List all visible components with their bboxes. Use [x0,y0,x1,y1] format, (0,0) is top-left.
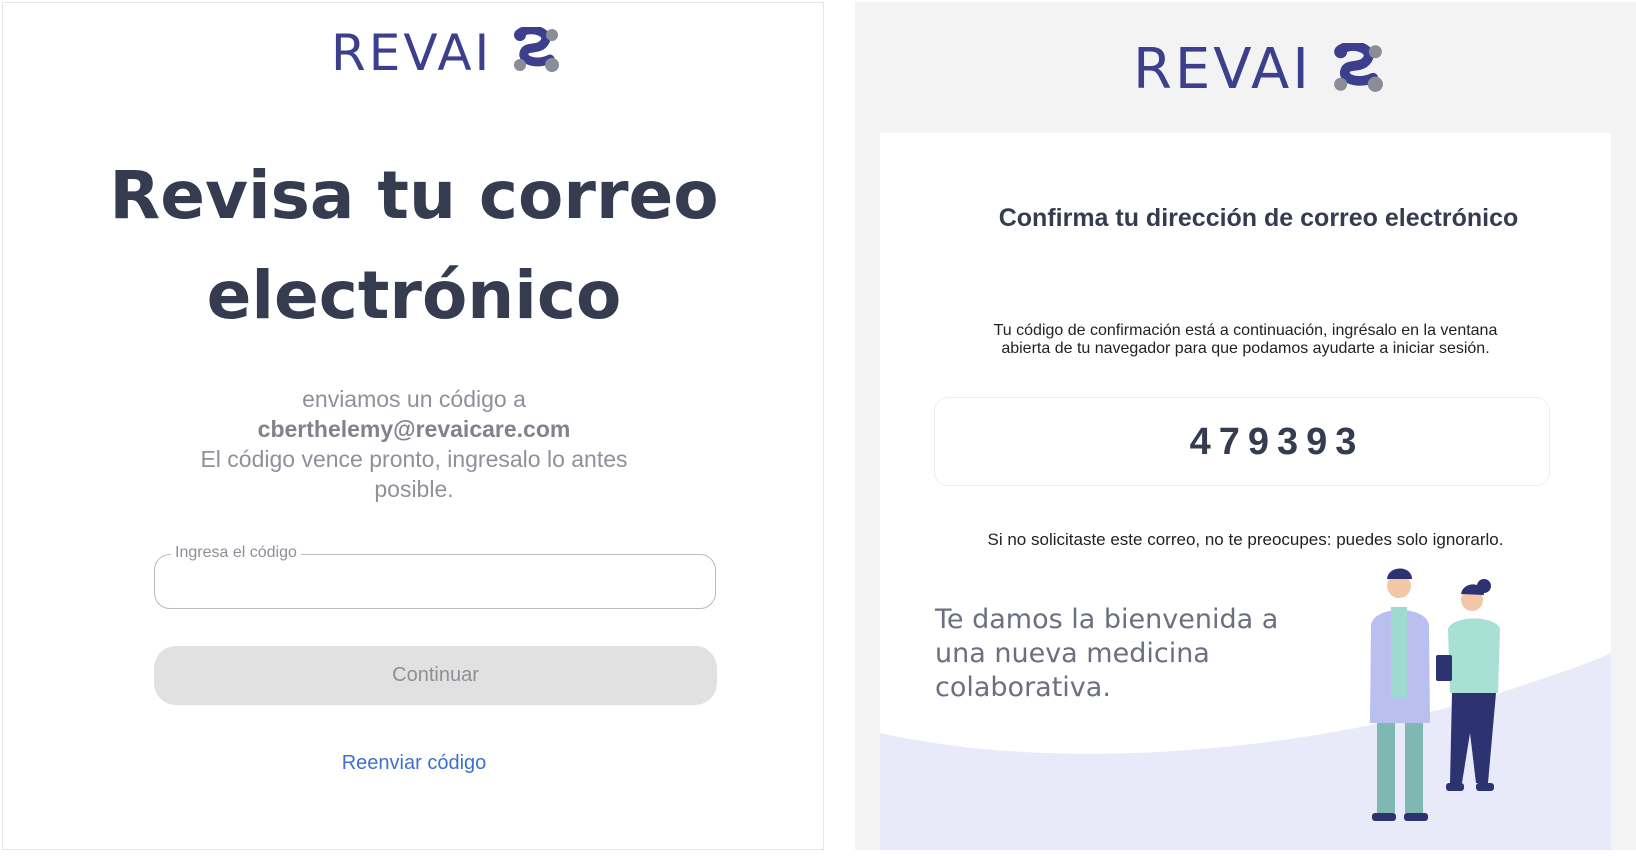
revai-logo-icon [1332,40,1384,98]
brand-name: REVAI [1133,37,1312,102]
confirmation-code: 479393 [1189,421,1365,463]
welcome-line-3: colaborativa. [935,672,1111,703]
page-title-line-1: Revisa tu correo [109,157,719,234]
revai-logo: REVAI [331,23,560,82]
code-input[interactable] [155,555,715,608]
expiry-text-line-2: posible. [374,476,454,502]
welcome-line-2: una nueva medicina [935,638,1210,669]
welcome-line-1: Te damos la bienvenida a [935,604,1279,635]
brand-name: REVAI [331,23,493,82]
continue-button[interactable]: Continuar [154,646,717,705]
page-title-line-2: electrónico [206,257,622,334]
revai-logo-icon [512,25,560,78]
welcome-illustration [880,568,1611,850]
email-title: Confirma tu dirección de correo electrón… [998,204,1519,232]
email-card: Confirma tu dirección de correo electrón… [880,133,1611,850]
email-body-line-2: abierta de tu navegador para que podamos… [1001,340,1490,357]
confirmation-email: REVAI Confirma tu dirección de correo el… [855,2,1636,850]
confirmation-code-box: 479393 [934,397,1550,486]
verify-email-page: REVAI Revisa tu correo electrónico envia… [2,2,824,850]
expiry-text-line-1: El código vence pronto, ingresalo lo ant… [200,446,628,472]
sent-text: enviamos un código a [302,386,526,412]
welcome-message: Te damos la bienvenida a una nueva medic… [935,603,1315,705]
email-address: cberthelemy@revaicare.com [3,414,825,444]
email-body-line-1: Tu código de confirmación está a continu… [993,322,1498,339]
email-body: Tu código de confirmación está a continu… [880,322,1611,358]
revai-logo: REVAI [1133,37,1384,102]
code-field[interactable]: Ingresa el código [154,543,716,609]
resend-code-link[interactable]: Reenviar código [3,752,825,775]
ignore-notice: Si no solicitaste este correo, no te pre… [987,530,1504,549]
email-value: cberthelemy@revaicare.com [257,416,571,442]
